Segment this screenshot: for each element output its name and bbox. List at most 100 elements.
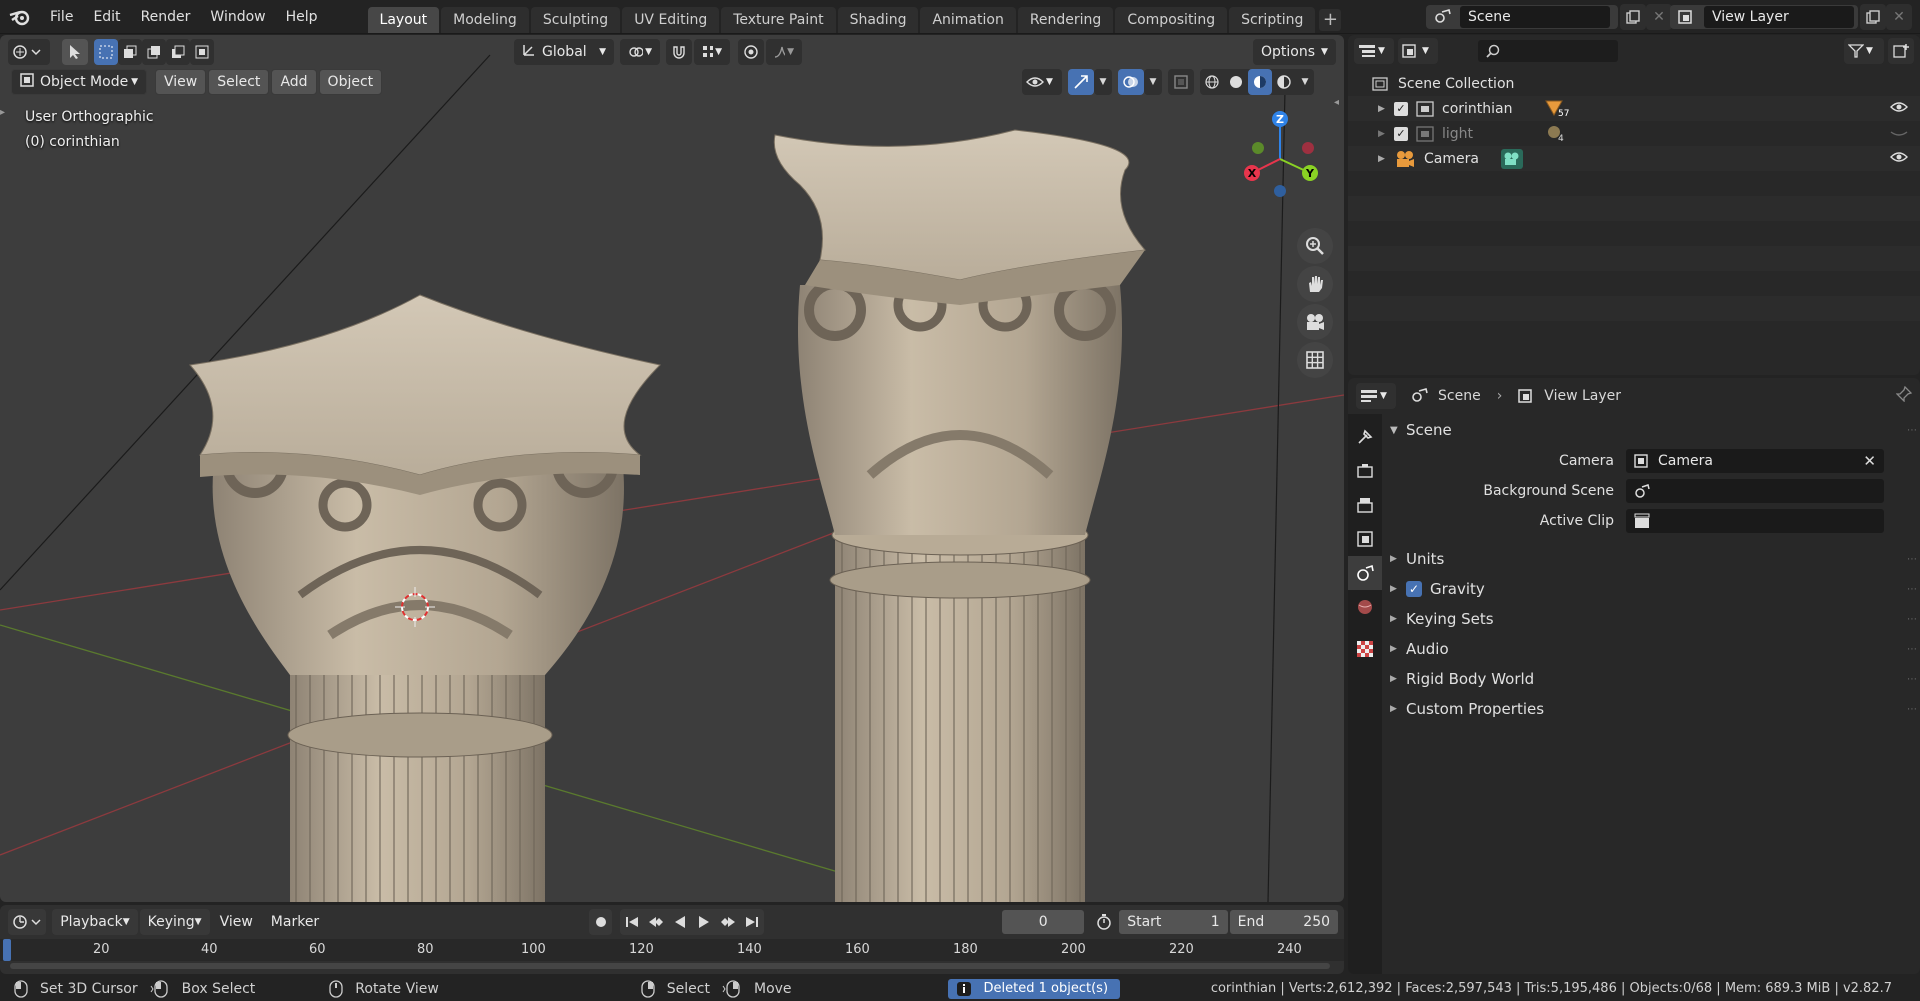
visibility-dropdown[interactable]: ▼	[1022, 69, 1062, 95]
blender-logo-icon[interactable]	[0, 0, 40, 34]
rendered-shading-icon[interactable]	[1272, 69, 1296, 95]
jump-start-icon[interactable]	[620, 909, 644, 935]
stopwatch-icon[interactable]	[1092, 909, 1115, 935]
zoom-icon[interactable]	[1297, 228, 1333, 264]
play-reverse-icon[interactable]	[668, 909, 692, 935]
play-icon[interactable]	[692, 909, 716, 935]
timeline-editor-type-icon[interactable]	[8, 909, 47, 935]
display-mode-dropdown[interactable]: ▼	[1398, 38, 1438, 64]
viewport-menu-object[interactable]: Object	[318, 69, 383, 95]
menu-file[interactable]: File	[40, 0, 83, 34]
outliner-editor-type-icon[interactable]: ▼	[1354, 38, 1394, 64]
eye-icon[interactable]	[1890, 150, 1908, 168]
timeline-menu-marker[interactable]: Marker	[263, 909, 327, 935]
drag-handle-icon[interactable]: ⋯	[1907, 425, 1917, 436]
keying-sets-panel-header[interactable]: ▶ Keying Sets ⋯	[1386, 604, 1917, 634]
gizmo-dropdown[interactable]: ▼	[1094, 69, 1112, 95]
add-workspace-button[interactable]: +	[1319, 8, 1342, 31]
delete-scene-icon[interactable]: ✕	[1646, 4, 1672, 30]
tab-uv-editing[interactable]: UV Editing	[622, 6, 720, 33]
pin-icon[interactable]	[1895, 385, 1913, 406]
tab-compositing[interactable]: Compositing	[1115, 6, 1228, 33]
timeline-scrollbar[interactable]	[10, 963, 1330, 969]
tab-scripting[interactable]: Scripting	[1229, 6, 1316, 33]
drag-handle-icon[interactable]: ⋯	[1907, 584, 1917, 595]
scene-panel-header[interactable]: ▼ Scene ⋯	[1386, 414, 1917, 446]
info-report[interactable]: Deleted 1 object(s)	[947, 978, 1121, 999]
menu-edit[interactable]: Edit	[83, 0, 130, 34]
snap-target-dropdown[interactable]: ▼	[694, 39, 730, 65]
timeline-menu-view[interactable]: View	[212, 909, 261, 935]
snap-magnet-icon[interactable]	[666, 39, 692, 65]
pivot-point-dropdown[interactable]: ▼	[620, 39, 660, 65]
outliner-row-scene-collection[interactable]: Scene Collection	[1348, 71, 1920, 96]
viewport-menu-add[interactable]: Add	[271, 69, 317, 95]
scene-selector[interactable]: Scene	[1426, 5, 1618, 29]
rigid-body-world-panel-header[interactable]: ▶ Rigid Body World ⋯	[1386, 664, 1917, 694]
breadcrumb-scene[interactable]: Scene	[1438, 388, 1481, 404]
camera-view-icon[interactable]	[1297, 304, 1333, 340]
expand-arrow-icon[interactable]: ▶	[1378, 129, 1392, 139]
material-shading-icon[interactable]	[1248, 69, 1272, 95]
xray-toggle-icon[interactable]	[1168, 69, 1194, 95]
outliner-row-corinthian[interactable]: ▶ ✓ corinthian 57	[1348, 96, 1920, 121]
drag-handle-icon[interactable]: ⋯	[1907, 554, 1917, 565]
3d-viewport[interactable]: User Orthographic (0) corinthian ▸ ◂ Z Y…	[0, 35, 1344, 902]
start-frame-field[interactable]: Start 1	[1119, 910, 1228, 934]
clear-field-icon[interactable]: ✕	[1863, 452, 1876, 470]
audio-panel-header[interactable]: ▶ Audio ⋯	[1386, 634, 1917, 664]
jump-keyframe-back-icon[interactable]	[644, 909, 668, 935]
tab-shading[interactable]: Shading	[837, 6, 919, 33]
select-intersect-icon[interactable]	[190, 39, 214, 65]
jump-keyframe-forward-icon[interactable]	[716, 909, 740, 935]
custom-properties-panel-header[interactable]: ▶ Custom Properties ⋯	[1386, 694, 1917, 724]
menu-window[interactable]: Window	[200, 0, 275, 34]
editor-type-icon[interactable]	[8, 39, 50, 65]
proportional-edit-icon[interactable]	[738, 39, 764, 65]
current-frame-field[interactable]: 0	[1002, 910, 1085, 934]
view-layer-tab-icon[interactable]	[1348, 522, 1382, 556]
select-tool-icon[interactable]	[62, 39, 88, 65]
pan-hand-icon[interactable]	[1297, 266, 1333, 302]
new-view-layer-icon[interactable]	[1860, 4, 1886, 30]
end-frame-field[interactable]: End 250	[1229, 910, 1339, 934]
select-invert-icon[interactable]	[166, 39, 190, 65]
tab-rendering[interactable]: Rendering	[1017, 6, 1114, 33]
new-collection-icon[interactable]	[1888, 38, 1914, 64]
delete-view-layer-icon[interactable]: ✕	[1886, 4, 1912, 30]
texture-tab-icon[interactable]	[1348, 632, 1382, 666]
new-scene-icon[interactable]	[1620, 4, 1646, 30]
outliner-row-light[interactable]: ▶ ✓ light 4	[1348, 121, 1920, 146]
drag-handle-icon[interactable]: ⋯	[1907, 644, 1917, 655]
scene-tab-icon[interactable]	[1348, 556, 1382, 590]
overlays-dropdown[interactable]: ▼	[1144, 69, 1162, 95]
tab-texture-paint[interactable]: Texture Paint	[721, 6, 836, 33]
playhead-icon[interactable]	[3, 939, 11, 961]
viewport-menu-view[interactable]: View	[155, 69, 207, 95]
expand-arrow-icon[interactable]: ▶	[1378, 154, 1392, 164]
tool-tab-icon[interactable]	[1348, 420, 1382, 454]
scene-name-field[interactable]: Scene	[1460, 6, 1610, 28]
wireframe-shading-icon[interactable]	[1200, 69, 1224, 95]
view-layer-selector[interactable]: View Layer	[1670, 5, 1858, 29]
tab-animation[interactable]: Animation	[920, 6, 1016, 33]
eye-closed-icon[interactable]	[1890, 125, 1908, 143]
view-layer-name-field[interactable]: View Layer	[1704, 6, 1854, 28]
menu-render[interactable]: Render	[131, 0, 201, 34]
world-tab-icon[interactable]	[1348, 590, 1382, 624]
shading-dropdown[interactable]: ▼	[1296, 69, 1314, 95]
breadcrumb-view-layer[interactable]: View Layer	[1544, 388, 1621, 404]
drag-handle-icon[interactable]: ⋯	[1907, 614, 1917, 625]
exclude-checkbox[interactable]: ✓	[1394, 126, 1408, 141]
filter-dropdown[interactable]: ▼	[1844, 38, 1884, 64]
background-scene-field[interactable]	[1626, 479, 1884, 503]
gravity-checkbox[interactable]: ✓	[1406, 581, 1422, 597]
solid-shading-icon[interactable]	[1224, 69, 1248, 95]
timeline-ruler[interactable]: 20 40 60 80 100 120 140 160 180 200 220 …	[0, 939, 1344, 961]
falloff-dropdown[interactable]: ▼	[766, 39, 802, 65]
viewport-menu-select[interactable]: Select	[208, 69, 270, 95]
transform-orientation-dropdown[interactable]: Global ▼	[514, 39, 614, 65]
mode-dropdown[interactable]: Object Mode ▼	[11, 69, 147, 95]
render-tab-icon[interactable]	[1348, 454, 1382, 488]
tab-modeling[interactable]: Modeling	[441, 6, 529, 33]
